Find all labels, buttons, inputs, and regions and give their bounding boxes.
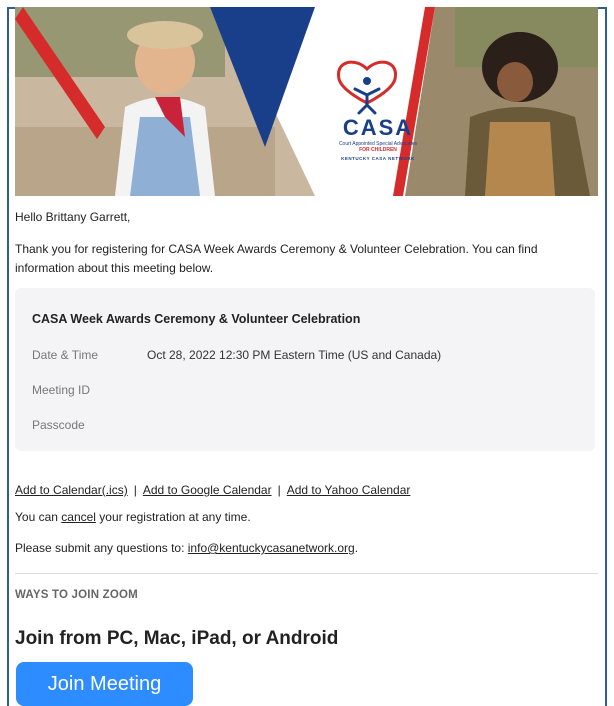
add-to-yahoo-calendar-link[interactable]: Add to Yahoo Calendar [287,483,411,497]
date-time-value: Oct 28, 2022 12:30 PM Eastern Time (US a… [147,348,442,362]
logo-word: CASA [342,115,414,140]
ways-to-join-heading: WAYS TO JOIN ZOOM [15,589,138,601]
meeting-details-card: CASA Week Awards Ceremony & Volunteer Ce… [15,288,595,451]
logo-for-children: FOR CHILDREN [359,147,397,153]
greeting: Hello Brittany Garrett, [15,210,131,224]
support-email-link[interactable]: info@kentuckycasanetwork.org [188,541,355,555]
header-banner: CASA Court Appointed Special Advocates F… [15,7,598,196]
questions-line: Please submit any questions to: info@ken… [15,541,358,555]
cancel-prefix: You can [15,510,62,524]
cancel-link[interactable]: cancel [61,510,96,524]
cancel-suffix: your registration at any time. [95,510,251,524]
casa-logo: CASA Court Appointed Special Advocates F… [315,67,441,167]
questions-suffix: . [354,541,359,555]
questions-prefix: Please submit any questions to: [15,541,188,555]
add-to-calendar-ics-link[interactable]: Add to Calendar(.ics) [15,483,128,497]
cancel-line: You can cancel your registration at any … [15,510,251,524]
join-platforms-heading: Join from PC, Mac, iPad, or Android [15,628,339,649]
calendar-links: Add to Calendar(.ics) | Add to Google Cale… [15,483,410,497]
link-separator: | [133,483,137,497]
meeting-id-label: Meeting ID [32,383,91,397]
section-divider [15,573,598,574]
passcode-label: Passcode [32,418,85,432]
link-separator: | [277,483,281,497]
date-time-label: Date & Time [32,348,99,362]
meeting-title: CASA Week Awards Ceremony & Volunteer Ce… [32,312,361,326]
logo-network: KENTUCKY CASA NETWORK [341,156,415,161]
banner-graphic [15,7,598,196]
join-meeting-button[interactable]: Join Meeting [16,662,193,706]
thanks-message: Thank you for registering for CASA Week … [15,242,538,275]
add-to-google-calendar-link[interactable]: Add to Google Calendar [143,483,272,497]
